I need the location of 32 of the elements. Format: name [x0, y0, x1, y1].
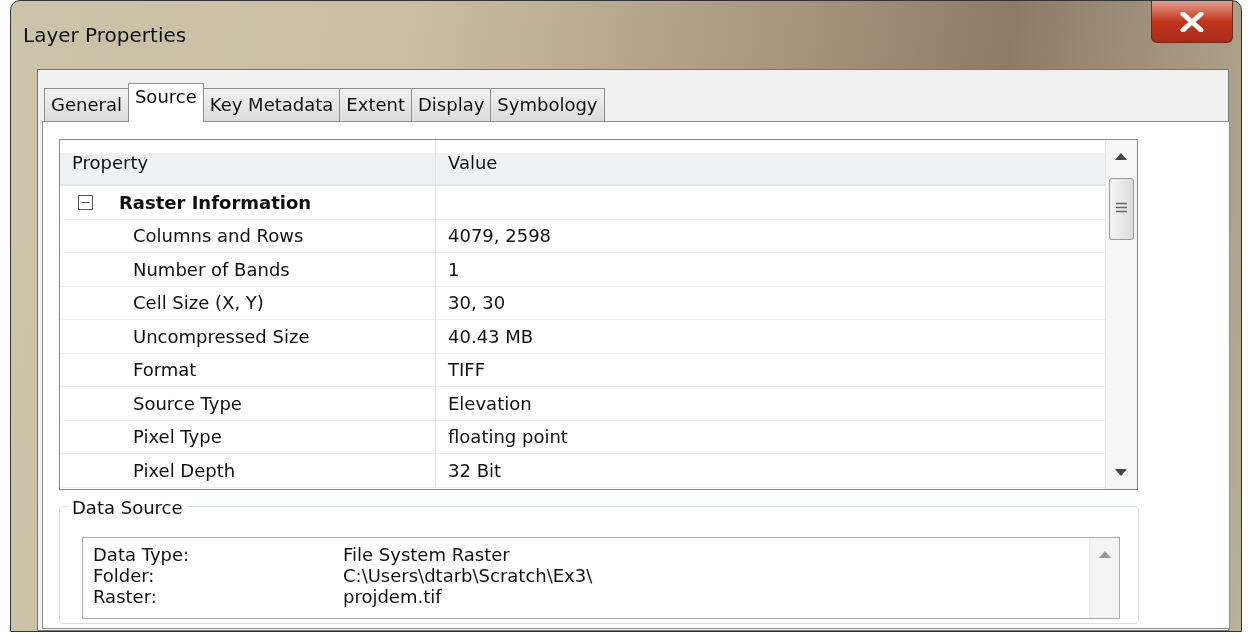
- property-name: Source Type: [60, 387, 436, 420]
- property-name: Columns and Rows: [60, 219, 436, 252]
- field-label: Folder:: [93, 565, 156, 586]
- group-label: Raster Information: [119, 190, 312, 215]
- property-name: Uncompressed Size: [60, 320, 436, 353]
- tab[interactable]: Source: [127, 83, 204, 122]
- property-value: 40.43 MB: [447, 324, 534, 349]
- field-label: Raster:: [93, 586, 158, 607]
- field-value: File System Raster: [343, 544, 510, 565]
- property-name: Pixel Type: [60, 420, 436, 453]
- field-label: Data Type:: [93, 544, 191, 565]
- tab[interactable]: Key Metadata: [202, 88, 341, 121]
- field-value: C:\Users\dtarb\Scratch\Ex3\: [343, 565, 593, 586]
- property-value: Elevation: [447, 391, 532, 416]
- property-value: floating point: [447, 425, 568, 450]
- property-value: 1: [447, 257, 460, 282]
- field-value: projdem.tif: [343, 586, 442, 607]
- tab[interactable]: Display: [411, 88, 492, 121]
- property-name: Pixel Depth: [60, 454, 436, 487]
- property-value: 30, 30: [447, 291, 506, 316]
- column-header: Property: [60, 140, 436, 184]
- column-header: Value: [447, 150, 498, 175]
- property-name: Number of Bands: [60, 253, 436, 286]
- tab[interactable]: General: [44, 88, 129, 121]
- property-value: 4079, 2598: [447, 224, 552, 249]
- property-value: TIFF: [447, 358, 485, 383]
- window-title: Layer Properties: [23, 22, 187, 49]
- tab[interactable]: Extent: [339, 88, 412, 121]
- property-name: Format: [60, 353, 436, 386]
- property-name: Cell Size (X, Y): [60, 286, 436, 319]
- tab[interactable]: Symbology: [490, 88, 605, 121]
- property-value: 32 Bit: [447, 458, 502, 483]
